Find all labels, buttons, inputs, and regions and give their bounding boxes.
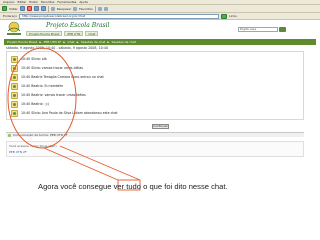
login-info: Você acessou como Silvia (Sair) xyxy=(9,144,57,148)
menu-edit[interactable]: Editar xyxy=(17,0,26,4)
course-footer-text[interactable]: Comunicação da turma: PEB UTN 2F xyxy=(13,133,68,137)
chat-message: 10:40 Beatriz: ;):) xyxy=(11,100,49,108)
course-link[interactable]: PEB UTN 2F xyxy=(9,150,27,154)
chat-message: 10:40 Silvia: olá xyxy=(11,55,47,63)
user-avatar-icon xyxy=(11,91,18,99)
toolbar-separator xyxy=(47,5,49,12)
breadcrumb-separator: ► xyxy=(76,40,79,44)
chat-message-text: 10:40 Silvia: Ana Paula da Silva Lidiam … xyxy=(21,111,118,115)
refresh-icon[interactable] xyxy=(33,6,39,11)
user-avatar-icon xyxy=(11,64,18,72)
breadcrumb-item: Sessões de chat xyxy=(111,40,136,44)
user-avatar-icon xyxy=(11,73,18,81)
site-search-button[interactable] xyxy=(279,27,286,32)
breadcrumb-item[interactable]: Sessões de chat xyxy=(81,40,105,44)
tab-home[interactable]: Projeto Escola Brasil xyxy=(26,31,63,36)
address-bar: Endereço http://www.projetoescolabrasil.… xyxy=(0,13,320,20)
breadcrumb: Projeto Escola Brasil ► PEB UTN 2F ► Cha… xyxy=(4,39,316,45)
chat-message-text: 10:40 Beatriz: vamos trocar umas idéias xyxy=(21,93,86,97)
user-avatar-icon xyxy=(11,100,18,108)
breadcrumb-separator: ► xyxy=(107,40,110,44)
tab-chat[interactable]: Chat xyxy=(85,31,99,36)
site-logo-text: Projeto Escola Brasil xyxy=(46,22,110,29)
chat-message: 10:40 Silvia: vamos trocar umas idéias xyxy=(11,64,83,72)
browser-toolbar: Voltar Pesquisar Favoritos xyxy=(0,5,320,13)
site-header: Projeto Escola Brasil Projeto Escola Bra… xyxy=(0,20,320,38)
chat-message: 10:40 Silvia: Ana Paula da Silva Lidiam … xyxy=(11,109,118,117)
user-avatar-icon xyxy=(11,109,18,117)
chat-log: 10:40 Silvia: olá 10:40 Silvia: vamos tr… xyxy=(6,51,304,120)
continue-button[interactable]: Continuar xyxy=(152,124,169,129)
stop-icon[interactable] xyxy=(26,6,32,11)
chat-message: 10:40 Beatriz: vamos trocar umas idéias xyxy=(11,91,86,99)
group-icon xyxy=(8,133,11,137)
tutorial-caption: Agora você consegue ver tudo o que foi d… xyxy=(38,182,228,191)
address-label: Endereço xyxy=(3,14,18,18)
session-date-range: sábado, 9 agosto 2008, 10:40 - sábado, 9… xyxy=(6,46,109,50)
site-search-input[interactable]: Digite aqui xyxy=(238,27,278,32)
chat-message-text: 10:40 Silvia: olá xyxy=(21,57,47,61)
favorites-button-label[interactable]: Favoritos xyxy=(79,7,93,11)
chat-message: 10:40 Beatriz: Eu também xyxy=(11,82,63,90)
user-avatar-icon xyxy=(11,82,18,90)
search-icon[interactable] xyxy=(50,6,55,11)
chat-message-text: 10:40 Beatriz: ;):) xyxy=(21,102,50,106)
links-label[interactable]: Links xyxy=(229,14,237,18)
chat-message-text: 10:40 Silvia: vamos trocar umas idéias xyxy=(21,66,83,70)
browser-screenshot: Arquivo Editar Exibir Favoritos Ferramen… xyxy=(0,0,320,176)
home-icon[interactable] xyxy=(40,6,46,11)
go-button[interactable] xyxy=(221,13,228,19)
star-icon[interactable] xyxy=(73,6,78,11)
header-tabs: Projeto Escola Brasil PEB UTN Chat xyxy=(26,31,99,36)
mail-icon[interactable] xyxy=(97,6,102,11)
menu-file[interactable]: Arquivo xyxy=(3,0,14,4)
menu-tools[interactable]: Ferramentas xyxy=(57,0,76,4)
menu-view[interactable]: Exibir xyxy=(29,0,37,4)
menu-favorites[interactable]: Favoritos xyxy=(41,0,55,4)
course-footer-bar: Comunicação da turma: PEB UTN 2F xyxy=(6,132,304,137)
chat-message: 10:40 Beatriz Tenaglia Camara Claro entr… xyxy=(11,73,104,81)
chat-message-text: 10:40 Beatriz: Eu também xyxy=(21,84,63,88)
forward-arrow-icon[interactable] xyxy=(19,6,25,11)
toolbar-separator xyxy=(94,5,96,12)
chat-message-text: 10:40 Beatriz Tenaglia Camara Claro entr… xyxy=(21,75,104,79)
menu-help[interactable]: Ajuda xyxy=(79,0,88,4)
breadcrumb-separator: ► xyxy=(63,40,66,44)
back-arrow-icon[interactable] xyxy=(2,6,7,11)
user-avatar-icon xyxy=(11,55,18,63)
school-logo-icon xyxy=(7,21,21,35)
back-button-label[interactable]: Voltar xyxy=(9,7,18,11)
breadcrumb-item[interactable]: PEB UTN 2F xyxy=(44,40,62,44)
breadcrumb-item[interactable]: Chat xyxy=(68,40,75,44)
search-button-label[interactable]: Pesquisar xyxy=(57,7,71,11)
breadcrumb-item[interactable]: Projeto Escola Brasil xyxy=(7,40,37,44)
tab-course[interactable]: PEB UTN xyxy=(64,31,84,36)
breadcrumb-separator: ► xyxy=(39,40,42,44)
page-footer: Você acessou como Silvia (Sair) PEB UTN … xyxy=(6,141,304,157)
print-icon[interactable] xyxy=(103,6,108,11)
address-input[interactable]: http://www.projetoescolabrasil.org.br/ch… xyxy=(19,13,220,19)
